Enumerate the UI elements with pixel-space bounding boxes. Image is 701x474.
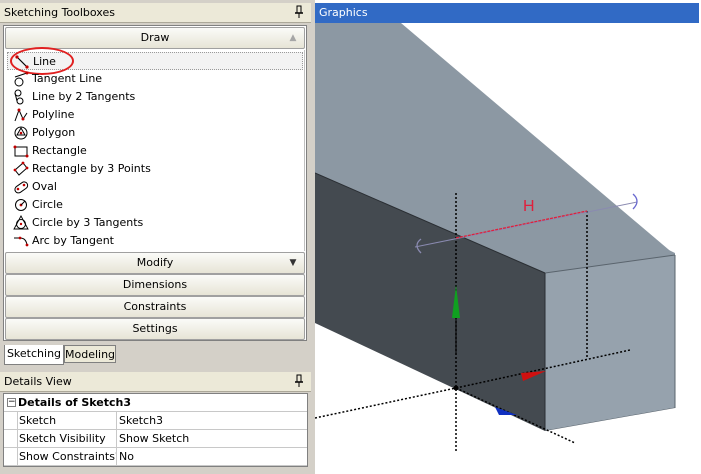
circle-by-3-tangents-icon bbox=[13, 215, 29, 230]
tool-label: Line bbox=[33, 55, 56, 68]
tool-item-rectangle[interactable]: Rectangle bbox=[7, 142, 303, 160]
tab-sketching[interactable]: Sketching bbox=[4, 345, 64, 365]
origin-point bbox=[453, 385, 459, 391]
rectangle-icon bbox=[13, 145, 29, 158]
dimensions-group-header[interactable]: Dimensions bbox=[5, 274, 305, 296]
tool-item-circle[interactable]: Circle bbox=[7, 196, 303, 214]
graphics-viewport[interactable]: H bbox=[315, 23, 701, 474]
model-view[interactable]: H bbox=[315, 23, 701, 474]
details-value[interactable]: Sketch3 bbox=[117, 412, 307, 430]
details-value[interactable]: Show Sketch bbox=[117, 430, 307, 448]
details-row-sketch-visibility[interactable]: Sketch Visibility Show Sketch bbox=[4, 430, 307, 448]
tool-label: Polyline bbox=[32, 108, 75, 121]
rectangle-by-3-points-icon bbox=[13, 161, 29, 176]
constraints-group-label: Constraints bbox=[123, 300, 187, 313]
dimensions-group-label: Dimensions bbox=[122, 278, 188, 291]
left-pane: Sketching Toolboxes Draw ▲ Line Tangent … bbox=[0, 0, 311, 474]
tangent-line-icon bbox=[14, 71, 29, 87]
details-key: Show Constraints? bbox=[18, 448, 117, 466]
tab-modeling[interactable]: Modeling bbox=[64, 345, 116, 363]
modify-group-header[interactable]: Modify ▼ bbox=[5, 252, 305, 274]
tool-label: Rectangle bbox=[32, 144, 87, 157]
constraints-group-header[interactable]: Constraints bbox=[5, 296, 305, 318]
scroll-up-icon[interactable]: ▲ bbox=[284, 29, 302, 47]
tool-label: Line by 2 Tangents bbox=[32, 90, 136, 103]
toolbox-panel: Draw ▲ Line Tangent Line Line by 2 Tange… bbox=[3, 25, 307, 341]
details-title: Details View bbox=[4, 375, 72, 388]
details-key: Sketch bbox=[18, 412, 117, 430]
tool-item-oval[interactable]: Oval bbox=[7, 178, 303, 196]
tool-item-circle-by-3-tangents[interactable]: Circle by 3 Tangents bbox=[7, 214, 303, 232]
pin-icon[interactable] bbox=[293, 374, 305, 388]
toolboxes-header: Sketching Toolboxes bbox=[0, 3, 311, 23]
tool-label: Tangent Line bbox=[32, 72, 103, 85]
dimension-end-right bbox=[632, 193, 638, 210]
tool-item-polygon[interactable]: Polygon bbox=[7, 124, 303, 142]
line-icon bbox=[15, 55, 29, 69]
details-key: Sketch Visibility bbox=[18, 430, 117, 448]
collapse-icon[interactable]: − bbox=[7, 398, 16, 407]
details-row-show-constraints[interactable]: Show Constraints? No bbox=[4, 448, 307, 466]
tool-label: Arc by Tangent bbox=[32, 234, 114, 247]
settings-group-header[interactable]: Settings bbox=[5, 318, 305, 340]
draw-group-label: Draw bbox=[140, 31, 170, 44]
tool-label: Circle bbox=[32, 198, 63, 211]
tool-label: Circle by 3 Tangents bbox=[32, 216, 144, 229]
line-by-2-tangents-icon bbox=[14, 89, 24, 105]
toolboxes-title: Sketching Toolboxes bbox=[4, 6, 115, 19]
details-section-title: Details of Sketch3 bbox=[18, 396, 132, 409]
tool-item-polyline[interactable]: Polyline bbox=[7, 106, 303, 124]
details-value[interactable]: No bbox=[117, 448, 307, 466]
tool-item-tangent-line[interactable]: Tangent Line bbox=[7, 70, 303, 88]
tool-item-line[interactable]: Line bbox=[7, 47, 303, 75]
scroll-down-icon[interactable]: ▼ bbox=[284, 254, 302, 272]
pin-icon[interactable] bbox=[293, 5, 305, 19]
draw-group-header[interactable]: Draw ▲ bbox=[5, 27, 305, 49]
details-section-row[interactable]: − Details of Sketch3 bbox=[4, 394, 307, 412]
details-header: Details View bbox=[0, 372, 311, 392]
graphics-header: Graphics bbox=[315, 3, 699, 23]
settings-group-label: Settings bbox=[132, 322, 178, 335]
oval-icon bbox=[14, 181, 29, 194]
modify-group-label: Modify bbox=[136, 256, 174, 269]
polygon-icon bbox=[14, 126, 28, 140]
details-grid: − Details of Sketch3 Sketch Sketch3 Sket… bbox=[3, 393, 308, 467]
draw-tool-list: Line Tangent Line Line by 2 Tangents Pol… bbox=[5, 47, 305, 251]
tool-label: Polygon bbox=[32, 126, 76, 139]
arc-by-tangent-icon bbox=[14, 236, 29, 247]
circle-icon bbox=[15, 199, 27, 211]
tool-label: Oval bbox=[32, 180, 57, 193]
tool-label: Rectangle by 3 Points bbox=[32, 162, 151, 175]
box-side-face[interactable] bbox=[545, 255, 675, 431]
polyline-icon bbox=[14, 108, 28, 122]
dimension-label[interactable]: H bbox=[523, 198, 535, 215]
tool-item-line-by-2-tangents[interactable]: Line by 2 Tangents bbox=[7, 88, 303, 106]
details-row-sketch[interactable]: Sketch Sketch3 bbox=[4, 412, 307, 430]
graphics-pane: Graphics H bbox=[315, 0, 701, 474]
graphics-title: Graphics bbox=[319, 6, 368, 19]
tool-item-rectangle-by-3-points[interactable]: Rectangle by 3 Points bbox=[7, 160, 303, 178]
tool-item-arc-by-tangent[interactable]: Arc by Tangent bbox=[7, 232, 303, 250]
